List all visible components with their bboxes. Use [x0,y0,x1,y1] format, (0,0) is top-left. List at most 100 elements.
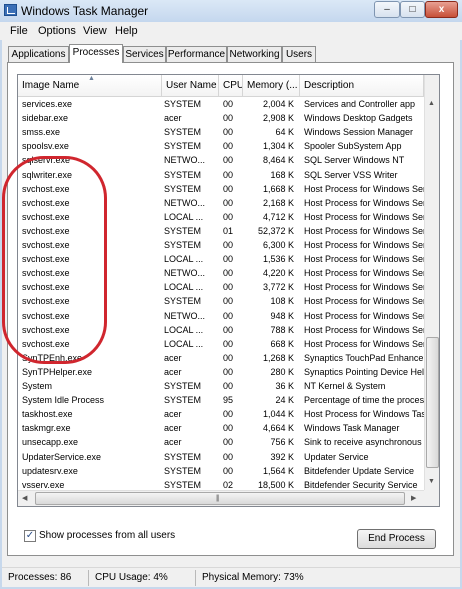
minimize-button[interactable]: – [374,1,400,18]
process-cpu: 00 [223,183,234,194]
process-cpu: 00 [223,155,234,166]
process-cpu: 01 [223,225,234,236]
horizontal-scroll-thumb[interactable]: ||| [35,492,405,505]
menu-file[interactable]: File [10,25,28,37]
show-all-checkbox[interactable]: ✓ [24,530,36,542]
process-name: svchost.exe [22,240,70,250]
process-list[interactable]: Image Name ▲ User Name CPU Memory (... D… [17,74,440,507]
column-user-name[interactable]: User Name [162,75,219,97]
process-row[interactable]: sidebar.exe acer 00 2,908 K Windows Desktop … [18,111,425,125]
menu-view[interactable]: View [83,25,107,37]
scroll-down-icon[interactable]: ▼ [428,478,435,485]
process-row[interactable]: svchost.exe SYSTEM 01 52,372 K Host Process … [18,224,425,238]
process-row[interactable]: services.exe SYSTEM 00 2,004 K Services and … [18,97,425,111]
process-cpu: 00 [223,338,234,349]
process-row[interactable]: svchost.exe SYSTEM 00 1,668 K Host Process f… [18,182,425,196]
process-row[interactable]: UpdaterService.exe SYSTEM 00 392 K Updater S… [18,450,425,464]
maximize-button[interactable]: □ [400,1,425,18]
process-name: svchost.exe [22,268,70,279]
process-row[interactable]: SynTPEnh.exe acer 00 1,268 K Synaptics Touch… [18,351,425,365]
menu-options[interactable]: Options [38,25,76,37]
process-cpu: 95 [223,395,234,406]
process-user: SYSTEM [164,169,202,180]
process-row[interactable]: svchost.exe NETWO... 00 2,168 K Host Process… [18,196,425,210]
tab-performance[interactable]: Performance [166,46,227,62]
process-row[interactable]: taskmgr.exe acer 00 4,664 K Windows Task Man… [18,421,425,435]
process-row[interactable]: SynTPHelper.exe acer 00 280 K Synaptics Poin… [18,365,425,379]
process-memory: 52,372 K [257,225,294,236]
process-memory: 668 K [270,338,294,349]
process-memory: 2,168 K [262,197,294,208]
process-row[interactable]: smss.exe SYSTEM 00 64 K Windows Session Mana… [18,125,425,139]
tab-services[interactable]: Services [123,46,166,62]
process-row[interactable]: svchost.exe NETWO... 00 4,220 K Host Process… [18,266,425,280]
process-user: SYSTEM [164,395,202,406]
process-cpu: 00 [223,296,234,307]
title-bar[interactable]: Windows Task Manager – □ x [0,0,462,22]
process-row[interactable]: svchost.exe LOCAL ... 00 4,712 K Host Proces… [18,210,425,224]
process-memory: 168 K [270,169,294,180]
process-row[interactable]: unsecapp.exe acer 00 756 K Sink to receive a… [18,435,425,449]
process-description: Updater Service [304,451,369,462]
process-row[interactable]: svchost.exe SYSTEM 00 6,300 K Host Process f… [18,238,425,252]
process-memory: 64 K [275,127,294,138]
column-description[interactable]: Description [300,75,424,97]
column-memory[interactable]: Memory (... [243,75,300,97]
scroll-right-icon[interactable]: ▶ [411,494,416,502]
process-row[interactable]: spoolsv.exe SYSTEM 00 1,304 K Spooler SubSys… [18,139,425,153]
process-cpu: 00 [223,211,234,222]
process-row[interactable]: svchost.exe LOCAL ... 00 1,536 K Host Proces… [18,252,425,266]
process-row[interactable]: svchost.exe LOCAL ... 00 3,772 K Host Proces… [18,280,425,294]
horizontal-scrollbar[interactable]: ◀ ||| ▶ [18,490,424,506]
grip-icon: ||| [216,495,220,502]
process-row[interactable]: System SYSTEM 00 36 K NT Kernel & System [18,379,425,393]
column-cpu[interactable]: CPU [219,75,243,97]
tab-processes[interactable]: Processes [69,44,123,63]
column-image-name[interactable]: Image Name ▲ [18,75,162,97]
tab-applications[interactable]: Applications [8,46,69,62]
close-button[interactable]: x [425,1,458,18]
process-description: Synaptics TouchPad Enhancem [304,352,425,363]
scroll-up-icon[interactable]: ▲ [428,100,435,107]
menu-help[interactable]: Help [115,25,138,37]
process-row[interactable]: svchost.exe NETWO... 00 948 K Host Process f… [18,309,425,323]
process-cpu: 00 [223,381,234,391]
process-name: taskhost.exe [22,409,73,420]
process-row[interactable]: svchost.exe LOCAL ... 00 668 K Host Process … [18,337,425,351]
process-row[interactable]: sqlservr.exe NETWO... 00 8,464 K SQL Server … [18,153,425,167]
process-memory: 788 K [270,324,294,335]
process-cpu: 00 [223,127,234,138]
process-row[interactable]: taskhost.exe acer 00 1,044 K Host Process fo… [18,407,425,421]
process-row[interactable]: svchost.exe SYSTEM 00 108 K Host Process for… [18,294,425,308]
process-name: svchost.exe [22,310,70,321]
process-memory: 280 K [270,366,294,377]
process-row[interactable]: sqlwriter.exe SYSTEM 00 168 K SQL Server VSS… [18,168,425,182]
process-description: Host Process for Windows Serv [304,225,425,236]
show-all-label[interactable]: Show processes from all users [39,530,175,541]
process-user: acer [164,437,182,448]
process-memory: 2,908 K [262,113,294,124]
process-name: svchost.exe [22,197,70,208]
process-memory: 4,664 K [262,423,294,434]
vertical-scroll-thumb[interactable] [426,337,439,468]
tab-networking[interactable]: Networking [227,46,282,62]
process-description: SQL Server VSS Writer [304,169,398,180]
process-name: spoolsv.exe [22,141,69,152]
process-description: SQL Server Windows NT [304,155,405,166]
vertical-scrollbar[interactable]: ▲ ▼ [424,75,439,491]
end-process-button[interactable]: End Process [357,529,436,549]
process-cpu: 00 [223,141,234,152]
process-cpu: 00 [223,465,234,476]
process-user: LOCAL ... [164,338,204,349]
process-description: Host Process for Windows Serv [304,183,425,194]
process-user: NETWO... [164,155,205,166]
process-memory: 4,220 K [262,268,294,279]
process-name: sqlservr.exe [22,155,71,166]
process-row[interactable]: System Idle Process SYSTEM 95 24 K Percentag… [18,393,425,407]
scroll-left-icon[interactable]: ◀ [22,494,27,502]
process-user: SYSTEM [164,465,202,476]
status-processes: Processes: 86 [8,572,72,583]
process-row[interactable]: svchost.exe LOCAL ... 00 788 K Host Process … [18,323,425,337]
tab-users[interactable]: Users [282,46,316,62]
process-row[interactable]: updatesrv.exe SYSTEM 00 1,564 K Bitdefender … [18,464,425,478]
